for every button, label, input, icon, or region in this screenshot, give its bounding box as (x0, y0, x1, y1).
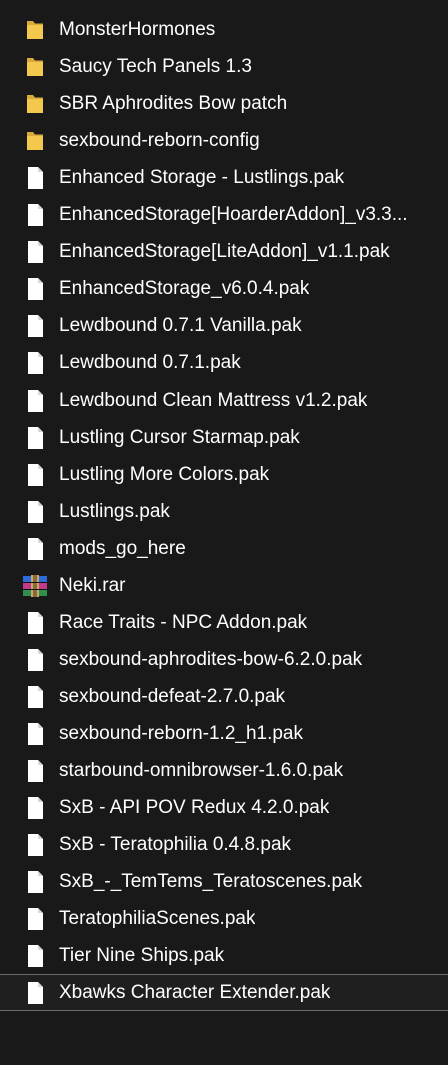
file-name: Saucy Tech Panels 1.3 (59, 56, 252, 78)
file-icon (24, 277, 46, 301)
file-item[interactable]: Race Traits - NPC Addon.pak (0, 604, 448, 641)
file-item[interactable]: SxB - API POV Redux 4.2.0.pak (0, 789, 448, 826)
file-item[interactable]: SxB_-_TemTems_Teratoscenes.pak (0, 863, 448, 900)
file-icon (24, 426, 46, 450)
folder-icon (24, 18, 46, 42)
file-item[interactable]: Enhanced Storage - Lustlings.pak (0, 159, 448, 196)
folder-item[interactable]: sexbound-reborn-config (0, 122, 448, 159)
file-name: MonsterHormones (59, 19, 216, 40)
file-icon (24, 981, 46, 1005)
file-icon (24, 870, 46, 894)
file-name: Lustlings.pak (59, 500, 170, 522)
file-item[interactable]: EnhancedStorage[LiteAddon]_v1.1.pak (0, 233, 448, 270)
file-item[interactable]: Neki.rar (0, 567, 448, 604)
file-name: EnhancedStorage[LiteAddon]_v1.1.pak (59, 241, 390, 263)
file-icon (24, 685, 46, 709)
file-icon (24, 611, 46, 635)
file-icon (24, 722, 46, 746)
file-name: Tier Nine Ships.pak (59, 945, 225, 967)
file-item[interactable]: EnhancedStorage_v6.0.4.pak (0, 270, 448, 307)
file-name: Lustling More Colors.pak (59, 463, 270, 485)
file-name: TeratophiliaScenes.pak (59, 908, 256, 930)
folder-icon (24, 92, 46, 116)
file-list: MonsterHormones Saucy Tech Panels 1.3 SBR … (0, 0, 448, 1065)
file-icon (24, 389, 46, 413)
file-item[interactable]: Xbawks Character Extender.pak (0, 974, 448, 1012)
file-item[interactable]: Tier Nine Ships.pak (0, 937, 448, 974)
file-icon (24, 203, 46, 227)
folder-item[interactable]: SBR Aphrodites Bow patch (0, 85, 448, 122)
file-name: SxB - Teratophilia 0.4.8.pak (59, 834, 292, 856)
file-name: SxB - API POV Redux 4.2.0.pak (59, 797, 330, 819)
file-item[interactable]: starbound-omnibrowser-1.6.0.pak (0, 752, 448, 789)
file-name: EnhancedStorage_v6.0.4.pak (59, 278, 310, 300)
file-icon (24, 166, 46, 190)
archive-icon (22, 574, 48, 598)
file-name: Lewdbound 0.7.1 Vanilla.pak (59, 315, 302, 337)
file-icon (24, 944, 46, 968)
folder-item[interactable]: Saucy Tech Panels 1.3 (0, 48, 448, 85)
file-name: sexbound-defeat-2.7.0.pak (59, 685, 286, 707)
file-icon (24, 537, 46, 561)
file-name: starbound-omnibrowser-1.6.0.pak (59, 760, 344, 781)
file-icon (24, 759, 46, 783)
file-name: Lustling Cursor Starmap.pak (59, 426, 300, 448)
file-item[interactable]: sexbound-defeat-2.7.0.pak (0, 678, 448, 715)
file-name: sexbound-aphrodites-bow-6.2.0.pak (59, 648, 363, 670)
file-item[interactable]: SxB - Teratophilia 0.4.8.pak (0, 826, 448, 863)
folder-icon (24, 55, 46, 79)
file-name: sexbound-reborn-config (59, 130, 260, 152)
file-icon (24, 648, 46, 672)
file-item[interactable]: TeratophiliaScenes.pak (0, 900, 448, 937)
file-name: Neki.rar (59, 574, 126, 596)
file-icon (24, 907, 46, 931)
file-name: Lewdbound 0.7.1.pak (59, 352, 241, 374)
file-icon (24, 796, 46, 820)
file-name: Race Traits - NPC Addon.pak (59, 611, 308, 633)
file-icon (24, 314, 46, 338)
file-name: Lewdbound Clean Mattress v1.2.pak (59, 389, 368, 411)
file-item[interactable]: sexbound-aphrodites-bow-6.2.0.pak (0, 641, 448, 678)
file-name: Enhanced Storage - Lustlings.pak (59, 167, 345, 189)
file-item[interactable]: Lewdbound 0.7.1.pak (0, 344, 448, 381)
file-icon (24, 833, 46, 857)
file-item[interactable]: Lewdbound 0.7.1 Vanilla.pak (0, 307, 448, 344)
file-icon (24, 351, 46, 375)
file-icon (24, 500, 46, 524)
file-name: SBR Aphrodites Bow patch (59, 93, 288, 115)
file-name: sexbound-reborn-1.2_h1.pak (59, 722, 304, 744)
file-item[interactable]: Lustling More Colors.pak (0, 456, 448, 493)
folder-item[interactable]: MonsterHormones (0, 11, 448, 48)
file-icon (24, 463, 46, 487)
file-item[interactable]: Lustlings.pak (0, 493, 448, 530)
file-item[interactable]: EnhancedStorage[HoarderAddon]_v3.3... (0, 196, 448, 233)
file-name: EnhancedStorage[HoarderAddon]_v3.3... (59, 204, 408, 226)
file-item[interactable]: Lustling Cursor Starmap.pak (0, 419, 448, 456)
folder-icon (24, 129, 46, 153)
file-item[interactable]: mods_go_here (0, 530, 448, 567)
file-name: mods_go_here (59, 537, 186, 559)
file-icon (24, 240, 46, 264)
file-name: SxB_-_TemTems_Teratoscenes.pak (59, 871, 363, 893)
file-item[interactable]: sexbound-reborn-1.2_h1.pak (0, 715, 448, 752)
file-name: Xbawks Character Extender.pak (59, 982, 331, 1004)
file-item[interactable]: Lewdbound Clean Mattress v1.2.pak (0, 382, 448, 419)
